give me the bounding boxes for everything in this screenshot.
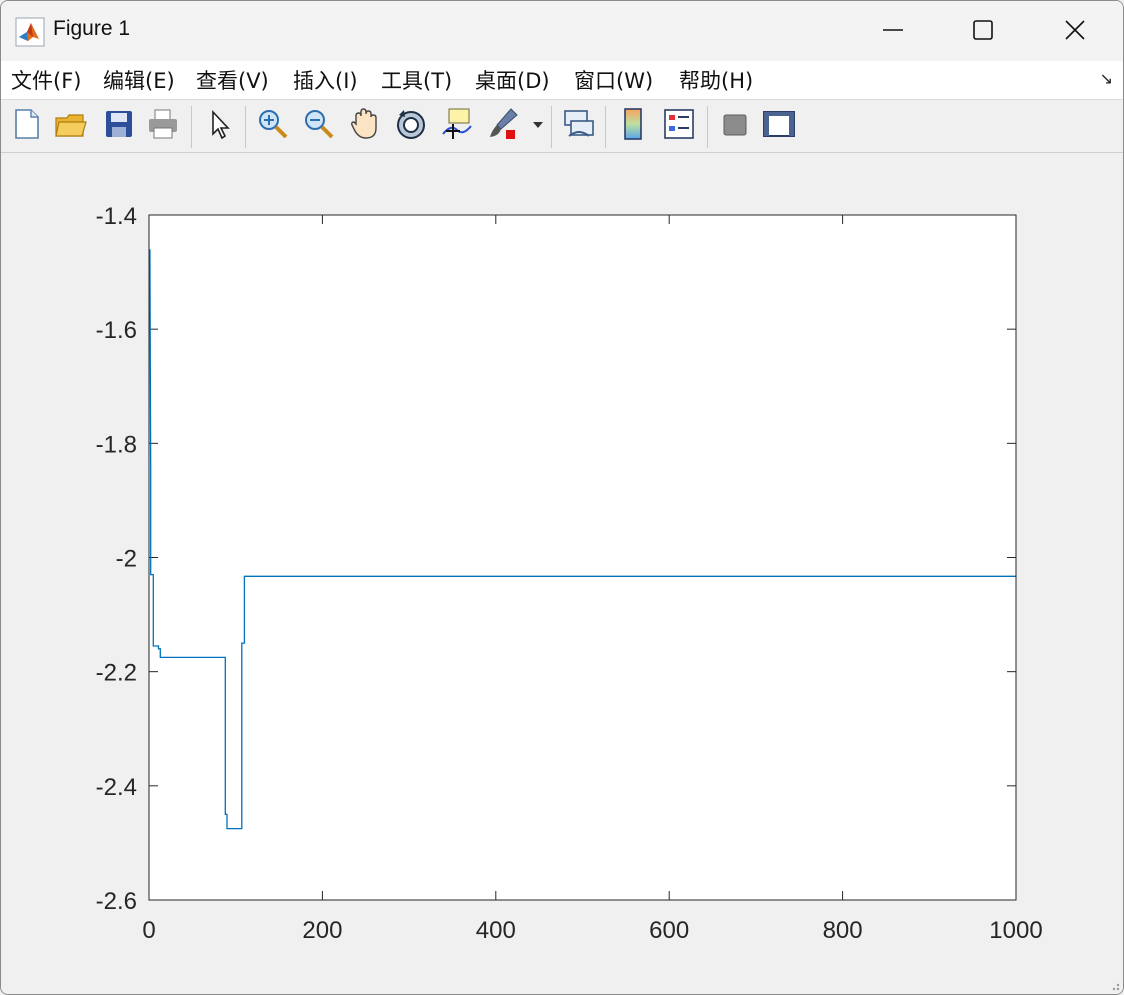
y-tick-labels: -1.4 -1.6 -1.8 -2 -2.2 -2.4 -2.6 xyxy=(96,203,137,915)
y-tick-label: -1.6 xyxy=(96,317,137,344)
toolbar-separator xyxy=(707,106,708,148)
y-tick-label: -2 xyxy=(116,546,137,573)
menu-help[interactable]: 帮助(H) xyxy=(679,65,753,95)
zoom-in-icon[interactable] xyxy=(255,106,291,142)
menu-view[interactable]: 查看(V) xyxy=(196,65,269,95)
menu-window[interactable]: 窗口(W) xyxy=(574,65,653,95)
legend-icon[interactable] xyxy=(661,106,697,142)
axes-background xyxy=(149,215,1016,900)
window-title: Figure 1 xyxy=(53,17,131,40)
menu-file[interactable]: 文件(F) xyxy=(11,65,81,95)
x-tick-labels: 0 200 400 600 800 1000 xyxy=(142,917,1042,944)
figure-canvas[interactable]: 0 200 400 600 800 1000 -1.4 -1.6 -1.8 -2 -2.2 -2.4… xyxy=(1,153,1123,994)
y-tick-label: -1.8 xyxy=(96,431,137,458)
rotate-3d-icon[interactable] xyxy=(393,106,429,142)
brush-dropdown-icon[interactable] xyxy=(529,106,547,142)
minimize-icon xyxy=(883,29,903,31)
close-button[interactable] xyxy=(1029,1,1121,59)
new-figure-icon[interactable] xyxy=(9,106,45,142)
pan-hand-icon[interactable] xyxy=(347,106,383,142)
brush-icon[interactable] xyxy=(485,106,521,142)
maximize-icon xyxy=(973,20,993,40)
y-tick-label: -2.2 xyxy=(96,660,137,687)
save-icon[interactable] xyxy=(101,106,137,142)
toolbar-separator xyxy=(551,106,552,148)
colorbar-icon[interactable] xyxy=(615,106,651,142)
x-tick-label: 800 xyxy=(823,917,863,944)
x-tick-label: 0 xyxy=(142,917,155,944)
data-cursor-icon[interactable] xyxy=(439,106,475,142)
toolbar-separator xyxy=(191,106,192,148)
plot-axes[interactable]: 0 200 400 600 800 1000 -1.4 -1.6 -1.8 -2 -2.2 -2.4… xyxy=(1,153,1123,994)
menu-desktop[interactable]: 桌面(D) xyxy=(475,65,550,95)
hide-plot-tools-icon[interactable] xyxy=(717,106,753,142)
matlab-logo-icon xyxy=(15,17,45,47)
menu-edit[interactable]: 编辑(E) xyxy=(103,65,175,95)
link-plot-icon[interactable] xyxy=(561,106,597,142)
maximize-button[interactable] xyxy=(937,1,1029,59)
menu-insert[interactable]: 插入(I) xyxy=(293,65,358,95)
open-file-icon[interactable] xyxy=(53,106,89,142)
x-tick-label: 600 xyxy=(649,917,689,944)
figure-toolbar xyxy=(1,100,1123,153)
figure-window: Figure 1 文件(F) 编辑(E) 查看(V) 插入(I) 工具(T) 桌… xyxy=(0,0,1124,995)
menu-bar: 文件(F) 编辑(E) 查看(V) 插入(I) 工具(T) 桌面(D) 窗口(W… xyxy=(1,61,1123,100)
y-tick-label: -2.6 xyxy=(96,888,137,915)
show-plot-tools-icon[interactable] xyxy=(761,106,797,142)
print-icon[interactable] xyxy=(145,106,181,142)
resize-grip-icon[interactable] xyxy=(1107,978,1121,992)
x-tick-label: 400 xyxy=(476,917,516,944)
toolbar-separator xyxy=(605,106,606,148)
menu-tools[interactable]: 工具(T) xyxy=(381,65,452,95)
select-arrow-icon[interactable] xyxy=(201,106,237,142)
y-tick-label: -2.4 xyxy=(96,774,137,801)
minimize-button[interactable] xyxy=(847,1,939,59)
zoom-out-icon[interactable] xyxy=(301,106,337,142)
y-tick-label: -1.4 xyxy=(96,203,137,230)
dock-arrow-icon[interactable]: ↘ xyxy=(1100,69,1113,88)
x-tick-label: 200 xyxy=(302,917,342,944)
x-tick-label: 1000 xyxy=(989,917,1042,944)
title-bar[interactable]: Figure 1 xyxy=(1,1,1123,61)
close-icon xyxy=(1065,20,1085,40)
toolbar-separator xyxy=(245,106,246,148)
